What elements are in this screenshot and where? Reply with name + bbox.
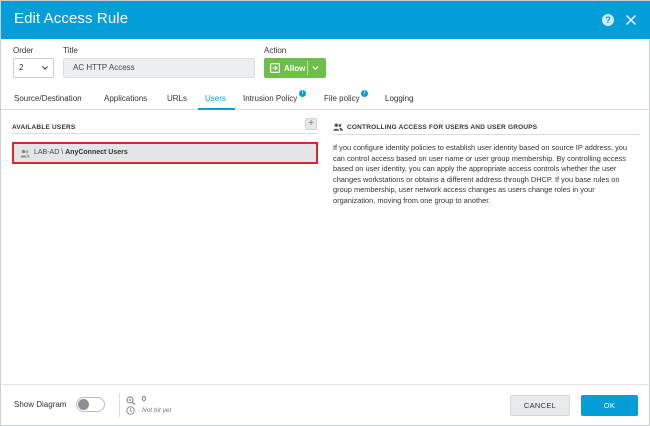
cancel-button[interactable]: CANCEL (510, 395, 570, 416)
edit-access-rule-dialog: Edit Access Rule ? Order 2 Title AC HTTP… (0, 0, 650, 426)
divider (119, 393, 120, 417)
clock-icon (126, 406, 135, 415)
ok-button[interactable]: OK (581, 395, 638, 416)
help-text: If you configure identity policies to es… (333, 143, 628, 205)
hit-count: 0 (142, 396, 146, 403)
order-label: Order (13, 46, 34, 55)
dialog-header: Edit Access Rule ? (1, 1, 650, 39)
hit-status: Not hit yet (142, 407, 172, 414)
tab-applications[interactable]: Applications (104, 94, 147, 103)
user-item-label: LAB-AD \ AnyConnect Users (34, 149, 128, 156)
title-input[interactable]: AC HTTP Access (63, 58, 255, 78)
action-label: Action (264, 46, 287, 55)
action-divider (307, 61, 308, 75)
show-diagram-label: Show Diagram (14, 400, 67, 409)
active-tab-indicator (198, 108, 235, 110)
user-group-icon (20, 149, 30, 158)
action-value: Allow (284, 64, 306, 73)
order-select[interactable]: 2 (13, 58, 54, 78)
hit-count-icon (126, 396, 136, 405)
help-icon[interactable]: ? (602, 14, 614, 26)
action-dropdown[interactable]: Allow (264, 58, 326, 78)
order-value: 2 (19, 63, 24, 72)
tab-source-destination[interactable]: Source/Destination (14, 94, 82, 103)
list-item[interactable]: LAB-AD \ AnyConnect Users (12, 142, 318, 164)
allow-icon (270, 63, 280, 73)
close-icon[interactable] (624, 13, 638, 27)
tab-file-policy[interactable]: File policy (324, 94, 360, 103)
help-heading: CONTROLLING ACCESS FOR USERS AND USER GR… (347, 124, 538, 131)
tab-users[interactable]: Users (205, 94, 226, 103)
user-group-icon (333, 123, 343, 131)
tab-logging[interactable]: Logging (385, 94, 413, 103)
dialog-title: Edit Access Rule (14, 10, 129, 27)
title-label: Title (63, 46, 78, 55)
info-icon: i (361, 90, 368, 97)
chevron-down-icon (312, 66, 319, 71)
chevron-down-icon (42, 66, 48, 70)
info-icon: i (299, 90, 306, 97)
footer-divider (1, 384, 650, 385)
show-diagram-toggle[interactable] (76, 397, 105, 412)
divider (333, 134, 639, 135)
add-user-button[interactable]: + (305, 118, 317, 130)
tab-intrusion-policy[interactable]: Intrusion Policy (243, 94, 297, 103)
divider (12, 133, 318, 134)
toggle-knob (78, 399, 89, 410)
rule-tabs: Source/Destination Applications URLs Use… (1, 90, 650, 110)
tab-urls[interactable]: URLs (167, 94, 187, 103)
available-users-heading: AVAILABLE USERS (12, 124, 76, 131)
